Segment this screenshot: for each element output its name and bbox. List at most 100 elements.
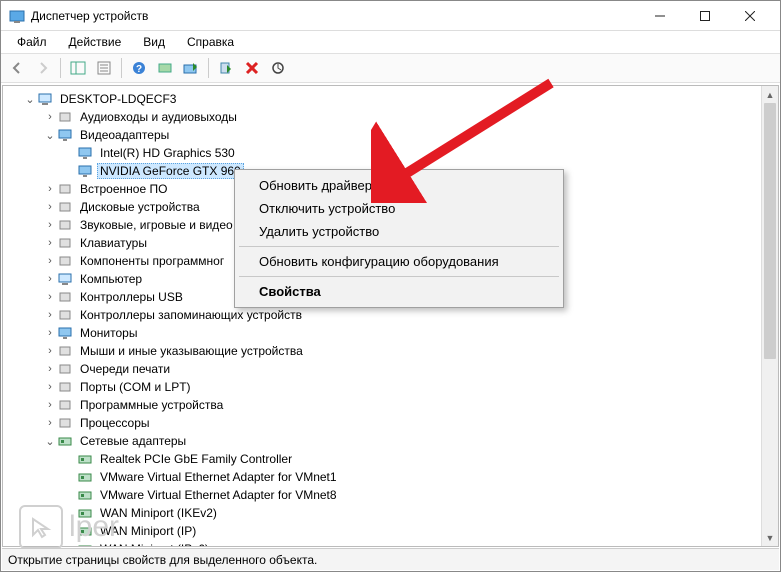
node-label: Порты (COM и LPT) bbox=[77, 379, 194, 395]
ctx-properties[interactable]: Свойства bbox=[237, 280, 561, 303]
tree-category[interactable]: ›Программные устройства bbox=[7, 396, 760, 414]
back-button[interactable] bbox=[5, 56, 29, 80]
menu-file[interactable]: Файл bbox=[7, 33, 57, 51]
refresh-button[interactable] bbox=[266, 56, 290, 80]
network-adapter-icon bbox=[57, 433, 75, 449]
window-title: Диспетчер устройств bbox=[31, 9, 637, 23]
device-tree[interactable]: ⌄DESKTOP-LDQECF3›Аудиовходы и аудиовыход… bbox=[3, 86, 760, 546]
node-label: Intel(R) HD Graphics 530 bbox=[97, 145, 238, 161]
expand-toggle[interactable]: › bbox=[43, 255, 57, 267]
tree-device[interactable]: Realtek PCIe GbE Family Controller bbox=[7, 450, 760, 468]
collapse-toggle[interactable]: ⌄ bbox=[43, 435, 57, 448]
network-adapter-icon bbox=[77, 487, 95, 503]
expand-toggle[interactable]: › bbox=[43, 111, 57, 123]
node-label: VMware Virtual Ethernet Adapter for VMne… bbox=[97, 469, 340, 485]
content-pane: ⌄DESKTOP-LDQECF3›Аудиовходы и аудиовыход… bbox=[2, 85, 779, 547]
display-adapter-icon bbox=[77, 145, 95, 161]
node-label: Компоненты программног bbox=[77, 253, 227, 269]
network-adapter-icon bbox=[77, 541, 95, 546]
tree-category[interactable]: ⌄Видеоадаптеры bbox=[7, 126, 760, 144]
menu-view[interactable]: Вид bbox=[133, 33, 175, 51]
svg-text:?: ? bbox=[136, 64, 142, 75]
tree-device[interactable]: WAN Miniport (IP) bbox=[7, 522, 760, 540]
node-label: Встроенное ПО bbox=[77, 181, 170, 197]
tree-device[interactable]: Intel(R) HD Graphics 530 bbox=[7, 144, 760, 162]
device-icon bbox=[57, 199, 75, 215]
tree-category[interactable]: ›Очереди печати bbox=[7, 360, 760, 378]
ctx-update-driver[interactable]: Обновить драйвер bbox=[237, 174, 561, 197]
expand-toggle[interactable]: › bbox=[43, 219, 57, 231]
vertical-scrollbar[interactable]: ▲ ▼ bbox=[761, 86, 778, 546]
tree-category[interactable]: › Порты (COM и LPT) bbox=[7, 378, 760, 396]
expand-toggle[interactable]: › bbox=[43, 381, 57, 393]
expand-toggle[interactable]: › bbox=[43, 201, 57, 213]
node-label: VMware Virtual Ethernet Adapter for VMne… bbox=[97, 487, 340, 503]
uninstall-button[interactable] bbox=[240, 56, 264, 80]
expand-toggle[interactable]: › bbox=[43, 183, 57, 195]
scroll-thumb[interactable] bbox=[764, 103, 776, 359]
statusbar: Открытие страницы свойств для выделенног… bbox=[2, 548, 779, 570]
node-label: Компьютер bbox=[77, 271, 145, 287]
device-icon bbox=[57, 343, 75, 359]
expand-toggle[interactable]: › bbox=[43, 345, 57, 357]
forward-button[interactable] bbox=[31, 56, 55, 80]
expand-toggle[interactable]: › bbox=[43, 327, 57, 339]
tree-category[interactable]: ›Контроллеры запоминающих устройств bbox=[7, 306, 760, 324]
scan-hardware-button[interactable] bbox=[153, 56, 177, 80]
menu-action[interactable]: Действие bbox=[59, 33, 132, 51]
minimize-button[interactable] bbox=[637, 2, 682, 30]
expand-toggle[interactable]: › bbox=[43, 399, 57, 411]
tree-root[interactable]: ⌄DESKTOP-LDQECF3 bbox=[7, 90, 760, 108]
node-label: Мониторы bbox=[77, 325, 140, 341]
ctx-scan-hardware[interactable]: Обновить конфигурацию оборудования bbox=[237, 250, 561, 273]
maximize-button[interactable] bbox=[682, 2, 727, 30]
ctx-separator bbox=[239, 276, 559, 277]
show-hide-tree-button[interactable] bbox=[66, 56, 90, 80]
tree-category[interactable]: › Мониторы bbox=[7, 324, 760, 342]
tree-device[interactable]: VMware Virtual Ethernet Adapter for VMne… bbox=[7, 468, 760, 486]
device-icon bbox=[57, 379, 75, 395]
scroll-track[interactable] bbox=[762, 103, 778, 529]
tree-device[interactable]: WAN Miniport (IPv6) bbox=[7, 540, 760, 546]
expand-toggle[interactable]: › bbox=[43, 417, 57, 429]
enable-device-button[interactable] bbox=[214, 56, 238, 80]
toolbar-separator bbox=[121, 58, 122, 78]
network-adapter-icon bbox=[77, 469, 95, 485]
tree-category[interactable]: ›Аудиовходы и аудиовыходы bbox=[7, 108, 760, 126]
ctx-disable-device[interactable]: Отключить устройство bbox=[237, 197, 561, 220]
node-label: Процессоры bbox=[77, 415, 153, 431]
ctx-uninstall-device[interactable]: Удалить устройство bbox=[237, 220, 561, 243]
update-driver-button[interactable] bbox=[179, 56, 203, 80]
expand-toggle[interactable]: › bbox=[43, 273, 57, 285]
device-icon bbox=[57, 415, 75, 431]
node-label: Клавиатуры bbox=[77, 235, 150, 251]
device-icon bbox=[57, 109, 75, 125]
display-adapter-icon bbox=[57, 127, 75, 143]
expand-toggle[interactable]: › bbox=[43, 309, 57, 321]
tree-category[interactable]: › Мыши и иные указывающие устройства bbox=[7, 342, 760, 360]
scroll-down-arrow[interactable]: ▼ bbox=[762, 529, 778, 546]
toolbar-separator bbox=[60, 58, 61, 78]
tree-device[interactable]: WAN Miniport (IKEv2) bbox=[7, 504, 760, 522]
tree-category[interactable]: ⌄Сетевые адаптеры bbox=[7, 432, 760, 450]
device-icon bbox=[57, 235, 75, 251]
network-adapter-icon bbox=[77, 451, 95, 467]
collapse-toggle[interactable]: ⌄ bbox=[23, 93, 37, 106]
collapse-toggle[interactable]: ⌄ bbox=[43, 129, 57, 142]
node-label: Мыши и иные указывающие устройства bbox=[77, 343, 306, 359]
properties-button[interactable] bbox=[92, 56, 116, 80]
network-adapter-icon bbox=[77, 523, 95, 539]
expand-toggle[interactable]: › bbox=[43, 363, 57, 375]
ctx-separator bbox=[239, 246, 559, 247]
device-icon bbox=[57, 289, 75, 305]
expand-toggle[interactable]: › bbox=[43, 291, 57, 303]
expand-toggle[interactable]: › bbox=[43, 237, 57, 249]
node-label: NVIDIA GeForce GTX 960 bbox=[97, 163, 244, 179]
scroll-up-arrow[interactable]: ▲ bbox=[762, 86, 778, 103]
help-button[interactable]: ? bbox=[127, 56, 151, 80]
close-button[interactable] bbox=[727, 2, 772, 30]
menu-help[interactable]: Справка bbox=[177, 33, 244, 51]
tree-category[interactable]: › Процессоры bbox=[7, 414, 760, 432]
status-text: Открытие страницы свойств для выделенног… bbox=[8, 553, 317, 567]
tree-device[interactable]: VMware Virtual Ethernet Adapter for VMne… bbox=[7, 486, 760, 504]
